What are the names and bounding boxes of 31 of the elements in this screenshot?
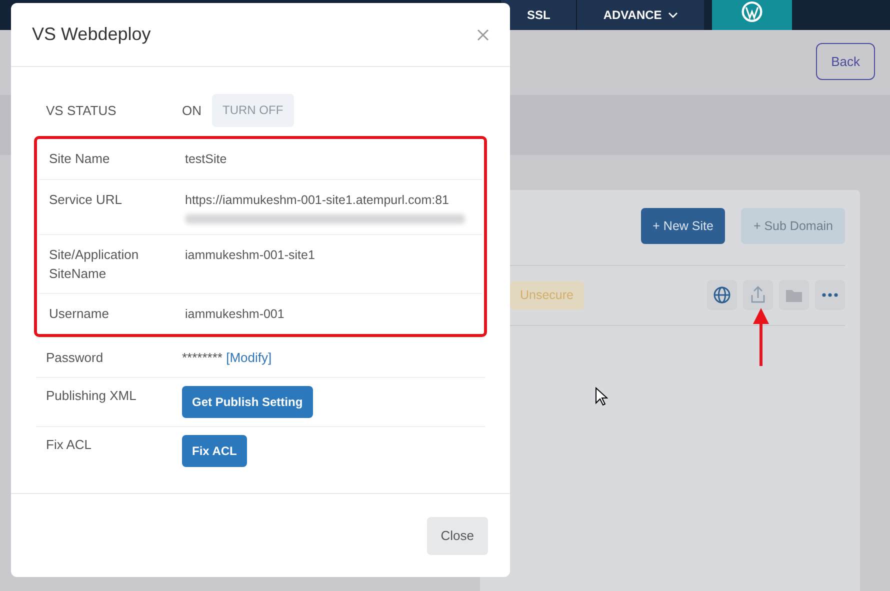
action-button[interactable]: Get Publish Setting — [182, 386, 313, 418]
field-value: testSite — [185, 152, 227, 166]
new-site-button[interactable]: + New Site — [640, 208, 726, 244]
field-label: Publishing XML — [46, 387, 138, 405]
field-label: Username — [49, 305, 110, 323]
field-label: VS STATUS — [46, 102, 118, 120]
dialog-title: VS Webdeploy — [32, 23, 151, 46]
close-button[interactable]: Close — [426, 517, 488, 555]
field-label: Service URL — [49, 191, 123, 209]
wordpress-tab[interactable] — [712, 0, 792, 30]
password-value: ******** [Modify] — [182, 350, 272, 365]
modify-link[interactable]: [Modify] — [226, 350, 272, 365]
field-value: https://iammukeshm-001-site1.atempurl.com:81 — [185, 193, 449, 207]
field-label: Password — [46, 349, 104, 367]
field-value: iammukeshm-001 — [185, 307, 284, 321]
mouse-cursor-icon — [595, 387, 608, 406]
field-label: Fix ACL — [46, 436, 93, 454]
more-icon[interactable] — [815, 280, 845, 310]
action-button[interactable]: Fix ACL — [182, 435, 247, 467]
field-value: iammukeshm-001-site1 — [185, 248, 315, 262]
status-value: ON — [182, 102, 202, 120]
field-label: Site Name — [49, 150, 111, 168]
sub-domain-button[interactable]: + Sub Domain — [741, 208, 845, 244]
annotation-arrow — [752, 308, 770, 368]
globe-icon[interactable] — [707, 280, 737, 310]
nav-tab[interactable]: ADVANCE — [576, 0, 704, 30]
unsecure-badge: Unsecure — [510, 280, 584, 310]
field-label: Site/Application SiteName — [49, 246, 140, 283]
turn-off-button[interactable]: TURN OFF — [212, 94, 294, 127]
back-button[interactable]: Back — [816, 43, 875, 80]
close-icon[interactable] — [477, 28, 489, 40]
